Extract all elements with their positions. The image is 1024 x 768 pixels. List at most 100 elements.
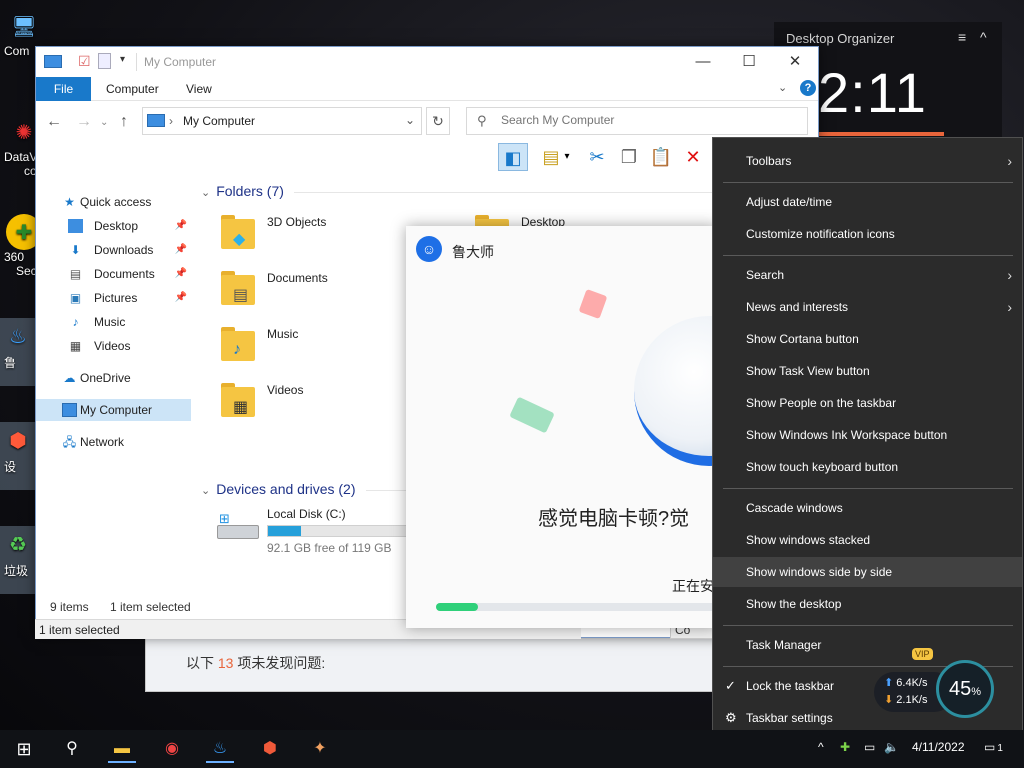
menu-item-show-touch-keyboard-button[interactable]: Show touch keyboard button	[713, 452, 1022, 482]
tab-computer[interactable]: Computer	[92, 77, 173, 101]
nav-music[interactable]: ♪ Music	[36, 311, 191, 333]
folders-group-header[interactable]: ⌄ Folders (7)	[201, 183, 714, 199]
tab-file[interactable]: File	[36, 77, 91, 101]
back-icon[interactable]: ←	[46, 113, 62, 131]
tray-overflow-icon[interactable]: ^	[818, 740, 824, 754]
download-arrow-icon: ⬇	[884, 694, 894, 706]
menu-item-news-and-interests[interactable]: News and interests ›	[713, 292, 1022, 322]
popup-message: 感觉电脑卡顿?觉	[538, 508, 690, 530]
menu-item-customize-notification-icons[interactable]: Customize notification icons	[713, 219, 1022, 249]
menu-item-cascade-windows[interactable]: Cascade windows	[713, 493, 1022, 523]
menu-item-toolbars[interactable]: Toolbars ›	[713, 146, 1022, 176]
security-tray-icon[interactable]: ✚	[840, 740, 850, 754]
forward-icon[interactable]: →	[76, 113, 92, 131]
nav-quick-access[interactable]: ★ Quick access	[36, 191, 191, 213]
minimize-button[interactable]: —	[680, 51, 726, 73]
breadcrumb[interactable]: My Computer	[183, 114, 255, 128]
menu-item-search[interactable]: Search ›	[713, 260, 1022, 290]
nav-desktop[interactable]: Desktop 📌	[36, 215, 191, 237]
properties-icon[interactable]: ☑	[78, 53, 91, 70]
refresh-button[interactable]: ↻	[426, 107, 450, 135]
widget-menu-icon[interactable]: ≡	[958, 29, 966, 45]
address-bar[interactable]: › My Computer ⌄	[142, 107, 422, 135]
nav-network[interactable]: 🖧 Network	[36, 431, 191, 453]
scan-result-text: 以下 13 项未发现问题:	[186, 655, 326, 671]
toolbox-icon[interactable]: ⬢	[256, 735, 284, 763]
up-icon[interactable]: ↑	[120, 113, 128, 131]
vip-badge: VIP	[912, 648, 933, 660]
widget-collapse-icon[interactable]: ^	[980, 29, 987, 45]
network-speed-widget[interactable]: ⬆ 6.4K/s ⬇ 2.1K/s 45% VIP	[874, 648, 996, 720]
menu-item-task-manager[interactable]: Task Manager	[713, 630, 1022, 660]
menu-item-show-the-desktop[interactable]: Show the desktop	[713, 589, 1022, 619]
menu-item-show-task-view-button[interactable]: Show Task View button	[713, 356, 1022, 386]
help-icon[interactable]: ?	[800, 80, 816, 96]
close-button[interactable]: ✕	[772, 51, 818, 73]
memory-usage-gauge[interactable]: 45%	[936, 660, 994, 718]
nav-onedrive[interactable]: ☁ OneDrive	[36, 367, 191, 389]
copy-icon[interactable]: ❐	[614, 143, 644, 171]
menu-item-adjust-date-time[interactable]: Adjust date/time	[713, 187, 1022, 217]
menu-item-show-people-on-the-taskbar[interactable]: Show People on the taskbar	[713, 388, 1022, 418]
ludashi-popup[interactable]: ☺ 鲁大师 感觉电脑卡顿?觉 正在安	[406, 226, 718, 628]
upload-arrow-icon: ⬆	[884, 677, 894, 689]
menu-item-show-cortana-button[interactable]: Show Cortana button	[713, 324, 1022, 354]
nav-downloads[interactable]: ⬇ Downloads 📌	[36, 239, 191, 261]
network-tray-icon[interactable]: ▭	[864, 740, 875, 754]
maximize-button[interactable]: ☐	[726, 51, 772, 73]
folder-item[interactable]: ◆ 3D Objects	[201, 209, 421, 259]
recent-locations-icon[interactable]: ⌄	[100, 117, 108, 128]
quick-access-dropdown-icon[interactable]: ▾	[120, 54, 125, 65]
pin-icon[interactable]: 📌	[175, 239, 187, 261]
start-button[interactable]: ⊞	[10, 735, 38, 763]
layout-pane-icon[interactable]: ◧	[498, 143, 528, 171]
drives-group-header[interactable]: ⌄ Devices and drives (2)	[201, 481, 406, 497]
selection-count: 1 item selected	[110, 600, 191, 614]
nav-pictures[interactable]: ▣ Pictures 📌	[36, 287, 191, 309]
taskbar-context-menu[interactable]: Toolbars › Adjust date/time Customize notif…	[712, 137, 1023, 742]
notification-icon[interactable]: ▭ 1	[984, 740, 1003, 754]
volume-tray-icon[interactable]: 🔈	[884, 740, 899, 754]
expand-ribbon-icon[interactable]: ⌄	[778, 81, 787, 94]
file-explorer-taskbar-icon[interactable]: ▬	[108, 735, 136, 763]
menu-item-show-windows-stacked[interactable]: Show windows stacked	[713, 525, 1022, 555]
ludashi-taskbar-icon[interactable]: ♨	[206, 735, 234, 763]
menu-item-show-windows-side-by-side[interactable]: Show windows side by side	[713, 557, 1022, 587]
search-icon: ⚲	[477, 113, 487, 128]
folder-item[interactable]: ♪ Music	[201, 321, 421, 371]
new-folder-icon[interactable]	[98, 53, 111, 69]
app-shortcut-icon: ⬢	[9, 429, 27, 452]
taskbar-date[interactable]: 4/11/2022	[912, 740, 965, 754]
breadcrumb-separator-icon: ›	[169, 114, 173, 128]
address-dropdown-icon[interactable]: ⌄	[405, 113, 415, 127]
nav-my-computer[interactable]: My Computer	[36, 399, 191, 421]
dropdown-icon[interactable]: ▾	[560, 143, 574, 171]
taskbar[interactable]: ⊞ ⚲ ▬ ◉ ♨ ⬢ ✦ ^ ✚ ▭ 🔈 4/11/2022 ▭ 1	[0, 730, 1024, 768]
folder-item[interactable]: ▤ Documents	[201, 265, 421, 315]
package-icon[interactable]: ✦	[306, 735, 334, 763]
widget-bar	[814, 132, 944, 136]
search-icon[interactable]: ⚲	[58, 735, 86, 763]
paste-icon[interactable]: 📋	[646, 143, 676, 171]
search-input[interactable]	[501, 113, 781, 127]
chrome-icon[interactable]: ◉	[158, 735, 186, 763]
nav-videos[interactable]: ▦ Videos	[36, 335, 191, 357]
menu-separator	[723, 488, 1013, 489]
search-box[interactable]: ⚲	[466, 107, 808, 135]
desktop-icon-recycle[interactable]: ♻ 垃圾	[0, 526, 36, 594]
drive-item[interactable]: ⊞ Local Disk (C:) 92.1 GB free of 119 GB	[217, 505, 437, 555]
menu-separator	[723, 182, 1013, 183]
desktop-icon-ludashi[interactable]: ♨ 鲁	[0, 318, 36, 386]
delete-icon[interactable]: ✕	[678, 143, 708, 171]
pin-icon[interactable]: 📌	[175, 263, 187, 285]
folder-item[interactable]: ▦ Videos	[201, 377, 421, 427]
nav-documents[interactable]: ▤ Documents 📌	[36, 263, 191, 285]
menu-item-show-windows-ink-workspace-button[interactable]: Show Windows Ink Workspace button	[713, 420, 1022, 450]
pin-icon[interactable]: 📌	[175, 215, 187, 237]
pin-icon[interactable]: 📌	[175, 287, 187, 309]
title-bar[interactable]: ☑ ▾ My Computer — ☐ ✕	[36, 47, 818, 77]
cut-icon[interactable]: ✂	[582, 143, 612, 171]
ludashi-logo-icon: ☺	[416, 236, 442, 262]
desktop-icon-settings[interactable]: ⬢ 设	[0, 422, 36, 490]
tab-view[interactable]: View	[172, 77, 226, 101]
